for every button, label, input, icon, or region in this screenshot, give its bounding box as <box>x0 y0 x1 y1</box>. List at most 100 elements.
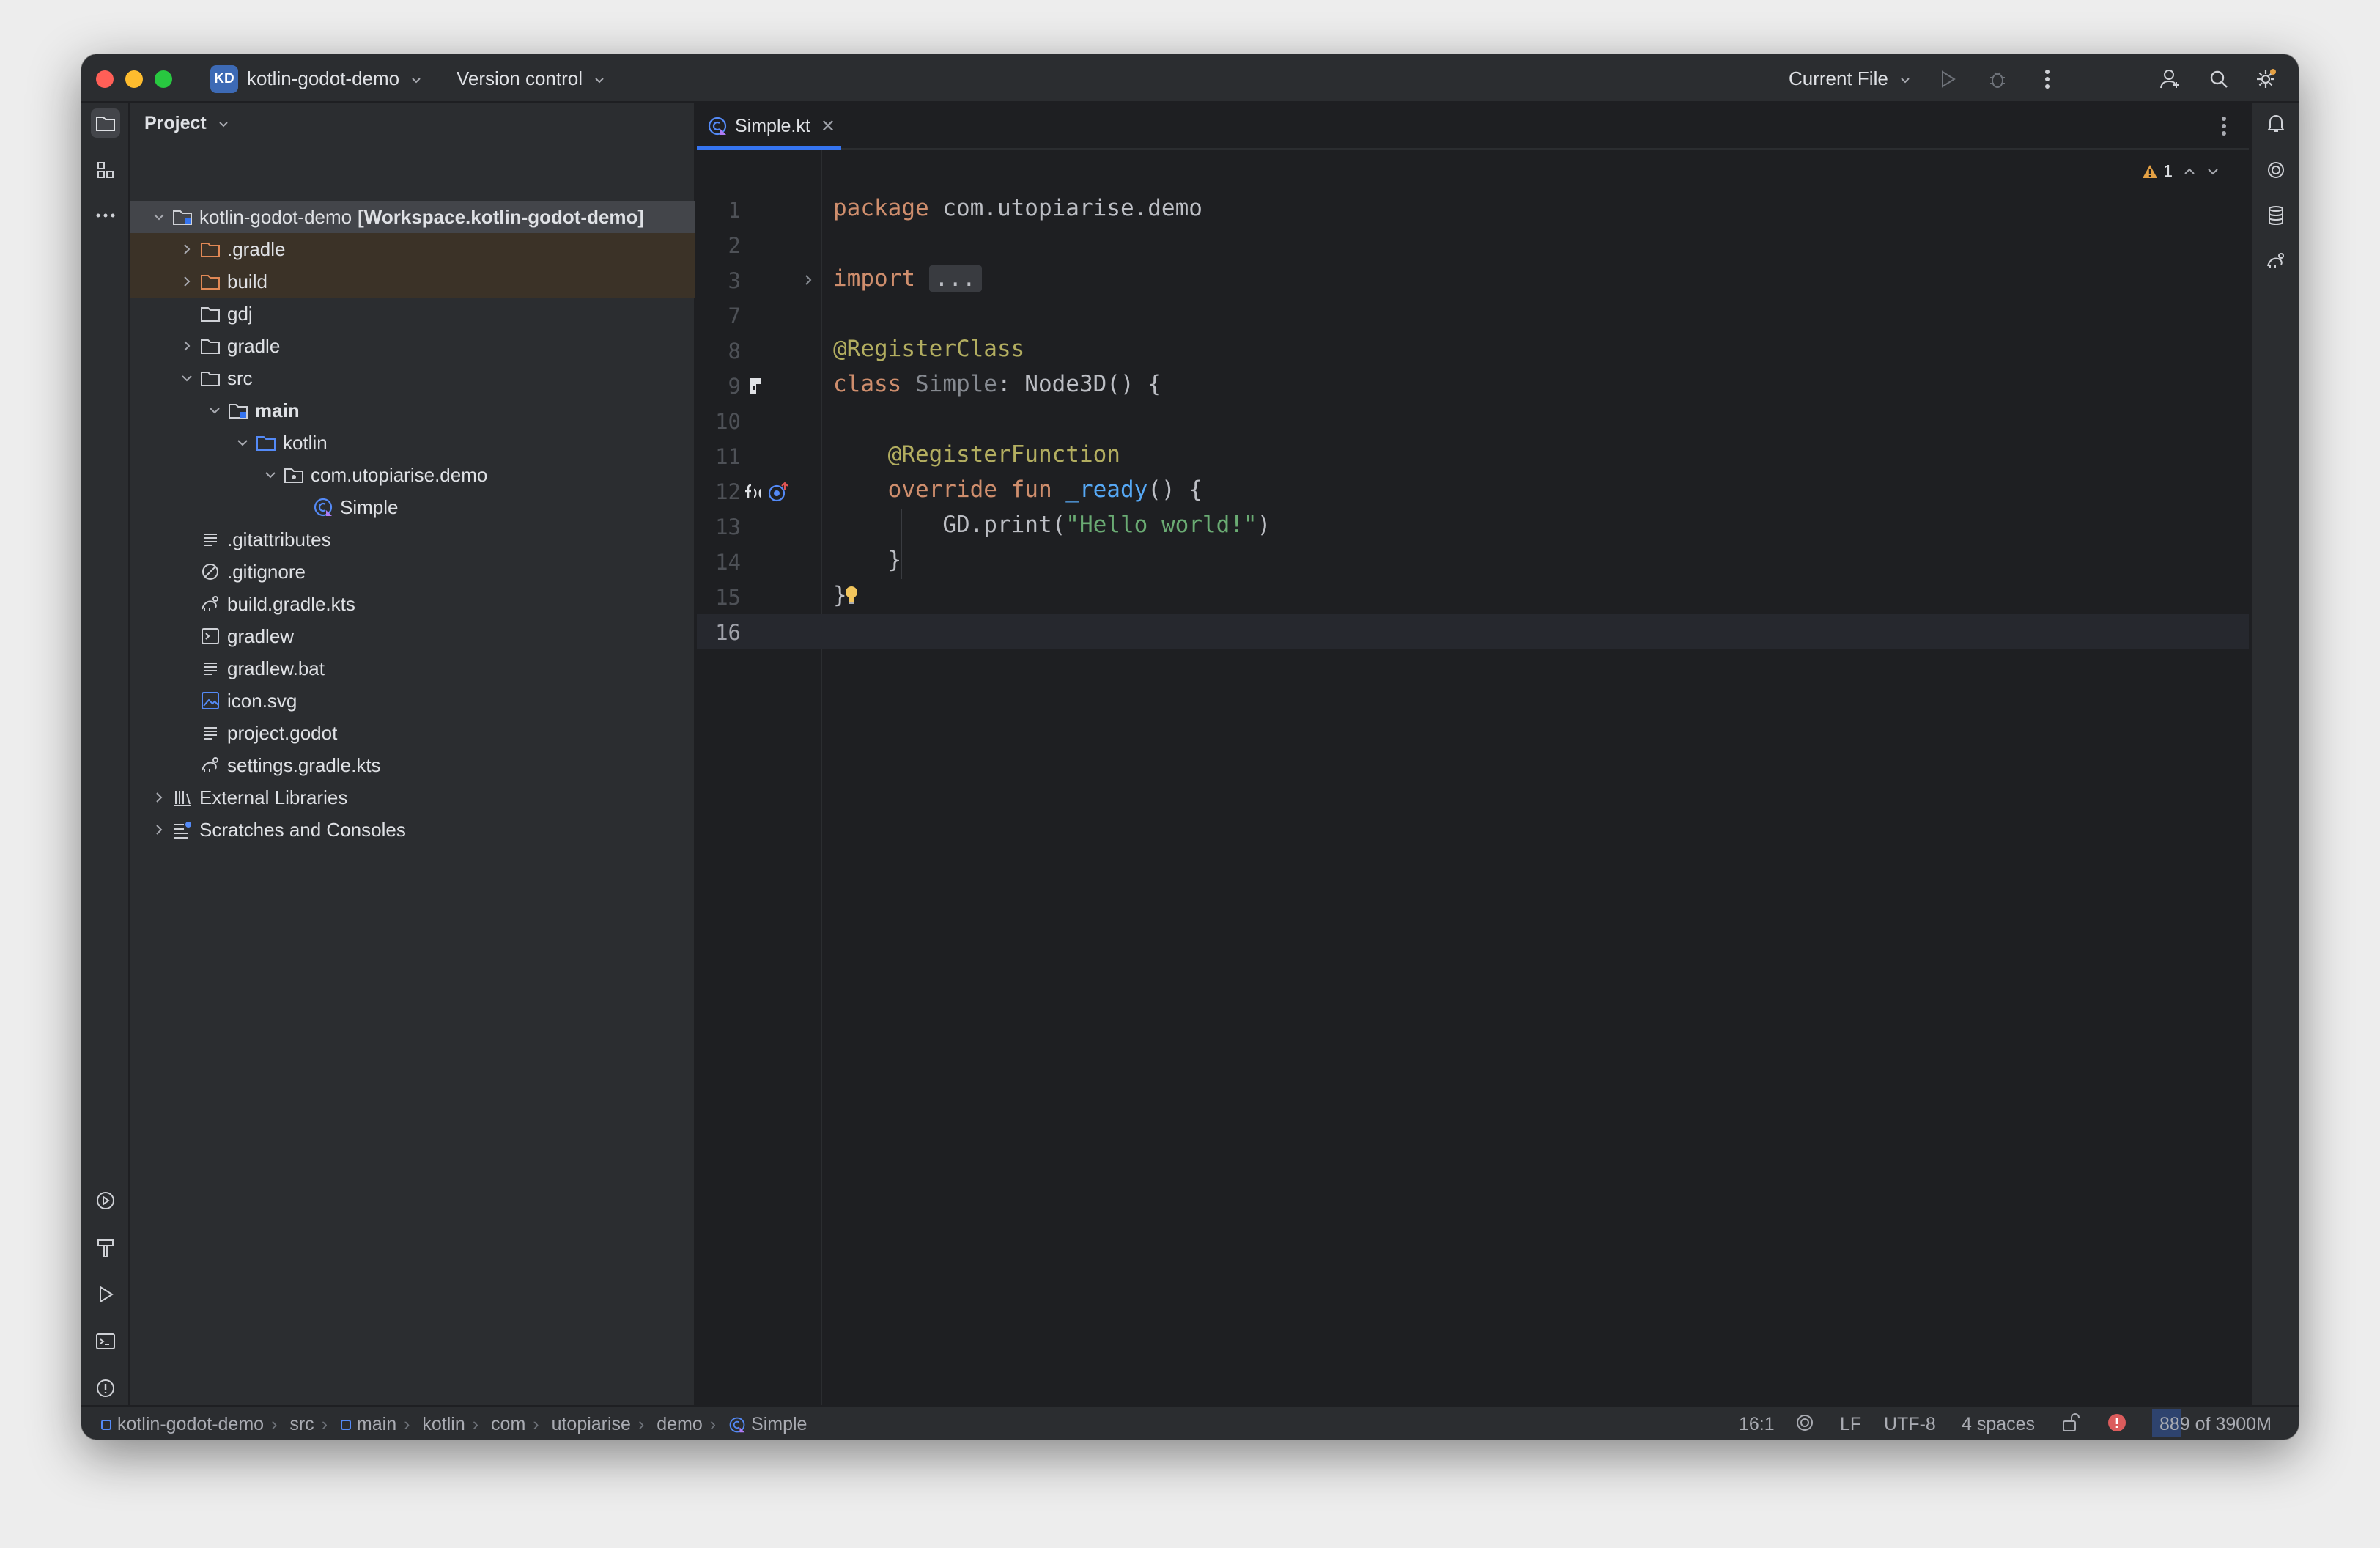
close-icon[interactable]: ✕ <box>821 116 835 137</box>
tree-item-build[interactable]: build <box>130 265 695 298</box>
tree-item-package[interactable]: com.utopiarise.demo <box>130 459 695 491</box>
tree-item-scratches[interactable]: Scratches and Consoles <box>130 814 695 846</box>
debug-button[interactable] <box>1984 65 2011 93</box>
folded-imports[interactable]: ... <box>928 265 982 292</box>
chevron-down-icon[interactable] <box>2206 165 2220 178</box>
tree-item-gradle-cache[interactable]: .gradle <box>130 233 695 265</box>
tree-item-root[interactable]: kotlin-godot-demo [Workspace.kotlin-godo… <box>130 201 695 233</box>
code-line-8[interactable]: 8 @RegisterClass <box>697 333 2249 368</box>
code-line-16[interactable]: 16 <box>697 614 2249 649</box>
search-everywhere-button[interactable] <box>2205 65 2233 93</box>
memory-indicator[interactable]: 889 of 3900M <box>2152 1409 2279 1437</box>
notifications-button[interactable] <box>2261 108 2291 138</box>
module-folder-icon <box>172 207 193 227</box>
tree-item-src[interactable]: src <box>130 362 695 394</box>
line-separator[interactable]: LF <box>1840 1414 1861 1435</box>
tree-item-gitattributes[interactable]: .gitattributes <box>130 523 695 556</box>
godot-class-gutter-icon[interactable] <box>745 375 767 397</box>
chevron-down-icon[interactable] <box>207 403 222 418</box>
lightbulb-icon[interactable] <box>843 585 860 605</box>
code-line-9[interactable]: 9 class Simple: Node3D() { <box>697 368 2249 403</box>
project-view-selector[interactable]: Project <box>144 113 229 134</box>
caret-position[interactable]: 16:1 <box>1739 1414 1775 1435</box>
fold-expand-icon[interactable] <box>802 273 814 287</box>
tree-item-gradlew[interactable]: gradlew <box>130 620 695 652</box>
structure-tool-button[interactable] <box>91 155 120 185</box>
tree-item-main[interactable]: main <box>130 394 695 427</box>
chevron-right-icon[interactable] <box>180 274 194 289</box>
tab-simple-kt[interactable]: Simple.kt ✕ <box>697 103 841 150</box>
problems-tool-button[interactable] <box>91 1374 120 1403</box>
breadcrumb-item[interactable]: kotlin-godot-demo <box>117 1414 264 1434</box>
inspection-widget[interactable]: 1 <box>2141 161 2220 181</box>
chevron-up-icon[interactable] <box>2183 165 2196 178</box>
chevron-down-icon[interactable] <box>152 210 166 224</box>
version-control-widget[interactable]: Version control <box>457 67 605 90</box>
settings-button[interactable] <box>2252 65 2280 93</box>
tree-item-gradlew-bat[interactable]: gradlew.bat <box>130 652 695 685</box>
godot-function-gutter-icon[interactable] <box>744 482 766 501</box>
project-badge[interactable]: KD <box>210 65 238 93</box>
code-line-12[interactable]: 12 override fun _ready() { <box>697 473 2249 509</box>
run-tool-button[interactable] <box>91 1280 120 1309</box>
code-line-15[interactable]: 15 } <box>697 579 2249 614</box>
indent-setting[interactable]: 4 spaces <box>1962 1414 2035 1435</box>
chevron-right-icon[interactable] <box>180 339 194 353</box>
ai-status-icon[interactable] <box>1795 1412 1815 1438</box>
database-button[interactable] <box>2261 201 2291 230</box>
breadcrumb-item[interactable]: demo <box>657 1414 703 1434</box>
tree-item-build-gradle[interactable]: build.gradle.kts <box>130 588 695 620</box>
project-tool-button[interactable] <box>91 108 120 138</box>
breadcrumb-item[interactable]: main <box>357 1414 396 1434</box>
code-line-3[interactable]: 3 import ... <box>697 262 2249 298</box>
build-tool-button[interactable] <box>91 1233 120 1262</box>
more-tools-button[interactable] <box>91 201 120 230</box>
run-button[interactable] <box>1934 65 1962 93</box>
tree-item-external-libraries[interactable]: External Libraries <box>130 781 695 814</box>
breadcrumb-item[interactable]: utopiarise <box>552 1414 631 1434</box>
ai-assistant-button[interactable] <box>2261 155 2291 185</box>
code-line-13[interactable]: 13 GD.print("Hello world!") <box>697 509 2249 579</box>
code-line-14[interactable]: 14 } <box>697 544 2249 579</box>
warning-counter[interactable]: 1 <box>2141 161 2173 181</box>
code-line-1[interactable]: 1 package com.utopiarise.demo <box>697 192 2249 227</box>
unlock-icon[interactable] <box>2061 1412 2080 1438</box>
chevron-right-icon[interactable] <box>152 790 166 805</box>
code-line-7[interactable]: 7 <box>697 298 2249 333</box>
tree-item-gradle[interactable]: gradle <box>130 330 695 362</box>
chevron-down-icon[interactable] <box>235 435 250 450</box>
code-line-10[interactable]: 10 <box>697 403 2249 438</box>
code-with-me-button[interactable] <box>2157 65 2184 93</box>
project-widget[interactable]: kotlin-godot-demo <box>247 67 422 90</box>
tree-item-settings-gradle[interactable]: settings.gradle.kts <box>130 749 695 781</box>
services-tool-button[interactable] <box>91 1186 120 1215</box>
tree-item-simple[interactable]: Simple <box>130 491 695 523</box>
chevron-down-icon[interactable] <box>263 468 278 482</box>
tree-item-gdj[interactable]: gdj <box>130 298 695 330</box>
zoom-window-button[interactable] <box>155 70 172 88</box>
breadcrumb-item[interactable]: com <box>491 1414 525 1434</box>
code-line-2[interactable]: 2 <box>697 227 2249 262</box>
error-indicator-icon[interactable] <box>2107 1412 2127 1438</box>
gradle-button[interactable] <box>2261 246 2291 276</box>
chevron-right-icon[interactable] <box>152 822 166 837</box>
breadcrumb-item[interactable]: src <box>289 1414 314 1434</box>
breadcrumb-item[interactable]: kotlin <box>422 1414 465 1434</box>
code-line-11[interactable]: 11 @RegisterFunction <box>697 438 2249 473</box>
more-actions-button[interactable] <box>2033 65 2061 93</box>
file-encoding[interactable]: UTF-8 <box>1884 1414 1936 1435</box>
close-window-button[interactable] <box>96 70 114 88</box>
run-config-selector[interactable]: Current File <box>1789 67 1911 90</box>
tree-item-gitignore[interactable]: .gitignore <box>130 556 695 588</box>
breadcrumb-item[interactable]: Simple <box>751 1414 807 1434</box>
chevron-right-icon[interactable] <box>180 242 194 257</box>
tree-item-icon-svg[interactable]: icon.svg <box>130 685 695 717</box>
tree-item-project-godot[interactable]: project.godot <box>130 717 695 749</box>
chevron-down-icon[interactable] <box>180 371 194 386</box>
chevron-down-icon <box>1901 78 1910 84</box>
override-gutter-icon[interactable] <box>767 481 792 503</box>
tree-item-kotlin[interactable]: kotlin <box>130 427 695 459</box>
terminal-tool-button[interactable] <box>91 1327 120 1356</box>
minimize-window-button[interactable] <box>125 70 143 88</box>
editor-tabs-more-button[interactable] <box>2221 116 2227 140</box>
